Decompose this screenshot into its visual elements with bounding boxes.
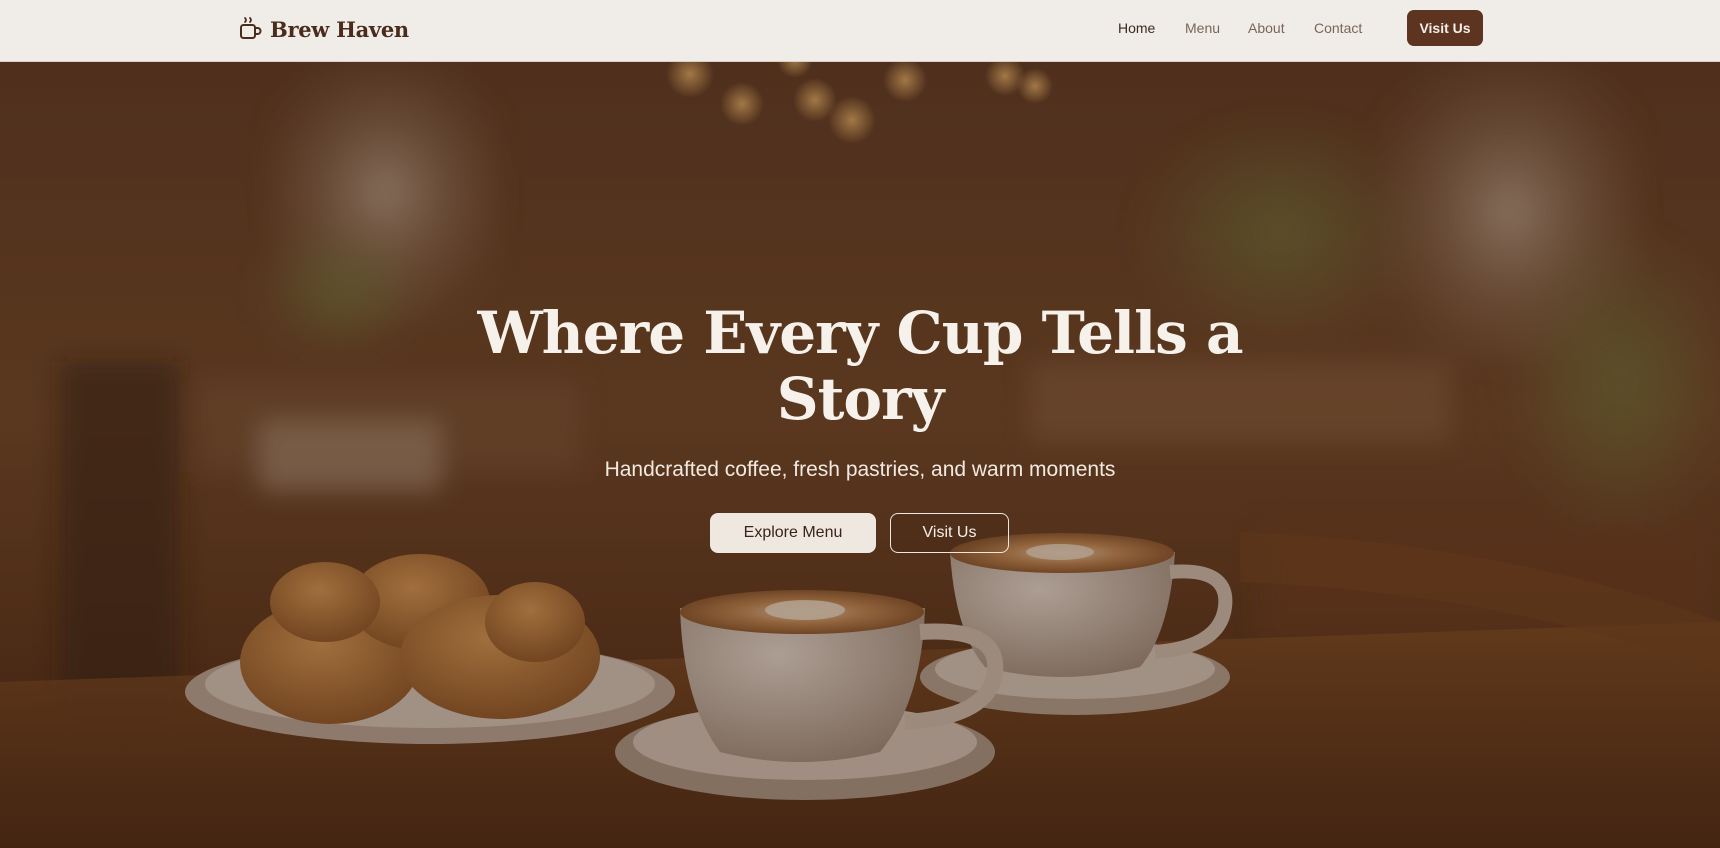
hero-subtitle: Handcrafted coffee, fresh pastries, and … — [604, 458, 1116, 481]
nav-item-contact[interactable]: Contact — [1314, 18, 1362, 38]
brand-name: Brew Haven — [270, 16, 409, 42]
brand-logo[interactable]: Brew Haven — [238, 14, 409, 44]
hero-title: Where Every Cup Tells a Story — [477, 299, 1243, 433]
coffee-cup-icon — [240, 17, 262, 39]
hero-section: Where Every Cup Tells a Story Handcrafte… — [0, 62, 1720, 848]
hero-content: Where Every Cup Tells a Story Handcrafte… — [0, 62, 1720, 848]
visit-us-header-button[interactable]: Visit Us — [1407, 10, 1483, 46]
visit-us-hero-button[interactable]: Visit Us — [890, 513, 1009, 553]
nav-item-menu[interactable]: Menu — [1185, 18, 1220, 38]
explore-menu-button[interactable]: Explore Menu — [710, 513, 876, 553]
nav-item-about[interactable]: About — [1248, 18, 1285, 38]
site-header: Brew Haven Home Menu About Contact Visit… — [0, 0, 1720, 62]
nav-item-home[interactable]: Home — [1118, 18, 1155, 38]
